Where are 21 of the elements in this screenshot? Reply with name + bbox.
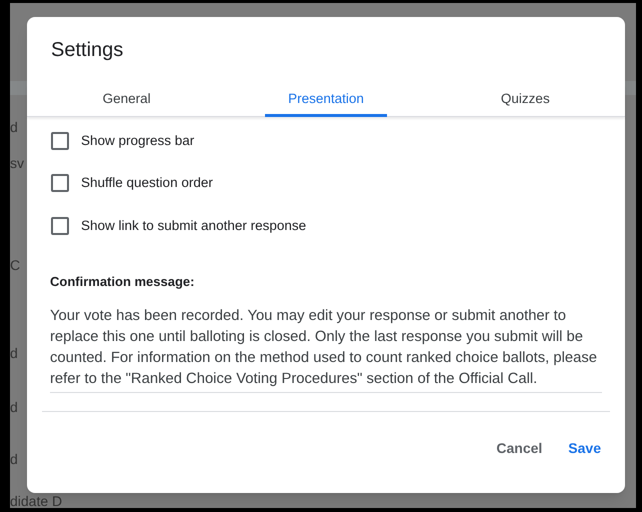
confirmation-label: Confirmation message: [50, 272, 194, 291]
checkbox-label: Show link to submit another response [81, 216, 306, 235]
tab[interactable]: General [80, 85, 174, 117]
tab[interactable]: Quizzes [478, 85, 573, 117]
background-text: d [10, 344, 18, 362]
save-button[interactable]: Save [558, 432, 611, 466]
checkbox[interactable] [51, 174, 69, 192]
background-text: d [10, 398, 18, 416]
background-text: d [10, 118, 18, 136]
cancel-button[interactable]: Cancel [486, 432, 552, 466]
background-text: C [10, 256, 20, 274]
background-text: d [10, 450, 18, 468]
dialog-title: Settings [51, 38, 124, 63]
checkbox-label: Shuffle question order [81, 174, 213, 192]
checkbox-label: Show progress bar [81, 132, 194, 150]
background-text: didate D [10, 494, 62, 508]
background-text: sv [10, 154, 24, 172]
checkbox[interactable] [51, 216, 69, 235]
confirmation-message-field[interactable]: Your vote has been recorded. You may edit your response or submit another to replace this one until balloting is closed. Only the last response you submit will be counted. For information on the method used to count ranked choice ballots, please refer to the "Ranked Choice Voting Procedures" section of the Official Call. [50, 306, 602, 394]
tab[interactable]: Presentation [265, 85, 387, 117]
checkbox[interactable] [51, 132, 69, 150]
